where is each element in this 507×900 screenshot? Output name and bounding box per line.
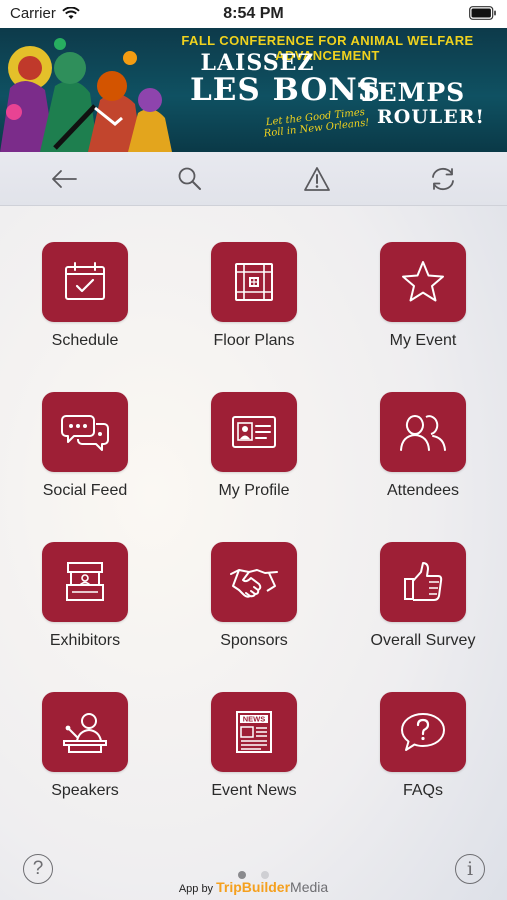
my-profile-tile-button[interactable] <box>211 392 297 472</box>
people-icon <box>400 415 446 451</box>
credit-prefix: App by <box>178 883 214 895</box>
tile-label: Social Feed <box>42 482 128 499</box>
svg-text:NEWS: NEWS <box>243 715 266 724</box>
banner-title-line3: ROULER! <box>377 106 485 128</box>
exhibitors-tile-button[interactable] <box>42 542 128 622</box>
alerts-button[interactable] <box>302 164 332 194</box>
page-dot-active[interactable] <box>238 871 247 879</box>
tile-label: Floor Plans <box>213 332 295 349</box>
toolbar <box>0 152 507 206</box>
banner-title-line2b: TEMPS <box>358 78 466 107</box>
search-icon <box>178 167 201 190</box>
handshake-icon <box>230 569 278 598</box>
faqs-tile-button[interactable] <box>380 692 466 772</box>
booth-icon <box>66 562 104 601</box>
calendar-icon <box>65 262 105 300</box>
thumbs-up-icon <box>404 562 443 601</box>
back-arrow-icon <box>52 170 77 188</box>
tile-event-news[interactable]: NEWS Event News <box>169 692 339 832</box>
tile-schedule[interactable]: Schedule <box>0 242 170 382</box>
tile-label: My Profile <box>218 482 290 499</box>
newspaper-icon: NEWS <box>236 711 272 753</box>
attendees-tile-button[interactable] <box>380 392 466 472</box>
banner-title-line2: LES BONS <box>190 72 382 108</box>
tile-my-profile[interactable]: My Profile <box>169 392 339 532</box>
clock: 8:54 PM <box>223 5 284 22</box>
floor-plans-tile-button[interactable] <box>211 242 297 322</box>
speakers-tile-button[interactable] <box>42 692 128 772</box>
status-bar: Carrier 8:54 PM <box>0 0 507 28</box>
page-dot[interactable] <box>260 871 269 879</box>
event-banner: FALL CONFERENCE FOR ANIMAL WELFARE ADVAN… <box>0 28 507 152</box>
refresh-button[interactable] <box>428 164 458 194</box>
alert-icon <box>304 167 330 191</box>
mardi-gras-musicians-illustration <box>0 38 172 152</box>
search-button[interactable] <box>175 164 205 194</box>
tile-label: My Event <box>389 332 457 349</box>
question-bubble-icon <box>401 713 445 751</box>
info-icon: i <box>466 858 474 880</box>
refresh-icon <box>432 167 454 191</box>
floor-plan-icon <box>235 263 273 301</box>
event-news-tile-button[interactable]: NEWS <box>211 692 297 772</box>
overall-survey-tile-button[interactable] <box>380 542 466 622</box>
tile-label: Exhibitors <box>49 632 121 649</box>
star-icon <box>402 261 444 302</box>
tile-label: Sponsors <box>220 632 288 649</box>
tile-faqs[interactable]: FAQs <box>338 692 507 832</box>
tile-my-event[interactable]: My Event <box>338 242 507 382</box>
tile-overall-survey[interactable]: Overall Survey <box>338 542 507 682</box>
app-credit: App by TripBuilderMedia <box>0 879 507 895</box>
tile-floor-plans[interactable]: Floor Plans <box>169 242 339 382</box>
tile-label: Event News <box>211 782 297 799</box>
credit-brand-tripbuilder: TripBuilder <box>216 879 291 895</box>
tile-label: FAQs <box>402 782 443 799</box>
tile-sponsors[interactable]: Sponsors <box>169 542 339 682</box>
schedule-tile-button[interactable] <box>42 242 128 322</box>
tile-speakers[interactable]: Speakers <box>0 692 170 832</box>
back-button[interactable] <box>49 164 79 194</box>
tile-label: Speakers <box>51 782 119 799</box>
battery-icon <box>469 6 497 24</box>
banner-tagline: Let the Good Times Roll in New Orleans! <box>263 106 370 140</box>
tile-label: Overall Survey <box>370 632 476 649</box>
credit-brand-media: Media <box>290 879 329 895</box>
social-feed-tile-button[interactable] <box>42 392 128 472</box>
tile-social-feed[interactable]: Social Feed <box>0 392 170 532</box>
tile-attendees[interactable]: Attendees <box>338 392 507 532</box>
id-card-icon <box>232 416 276 448</box>
tile-label: Attendees <box>386 482 460 499</box>
tile-exhibitors[interactable]: Exhibitors <box>0 542 170 682</box>
tile-label: Schedule <box>51 332 119 349</box>
sponsors-tile-button[interactable] <box>211 542 297 622</box>
speaker-podium-icon <box>63 713 107 753</box>
my-event-tile-button[interactable] <box>380 242 466 322</box>
chat-bubbles-icon <box>61 415 109 451</box>
